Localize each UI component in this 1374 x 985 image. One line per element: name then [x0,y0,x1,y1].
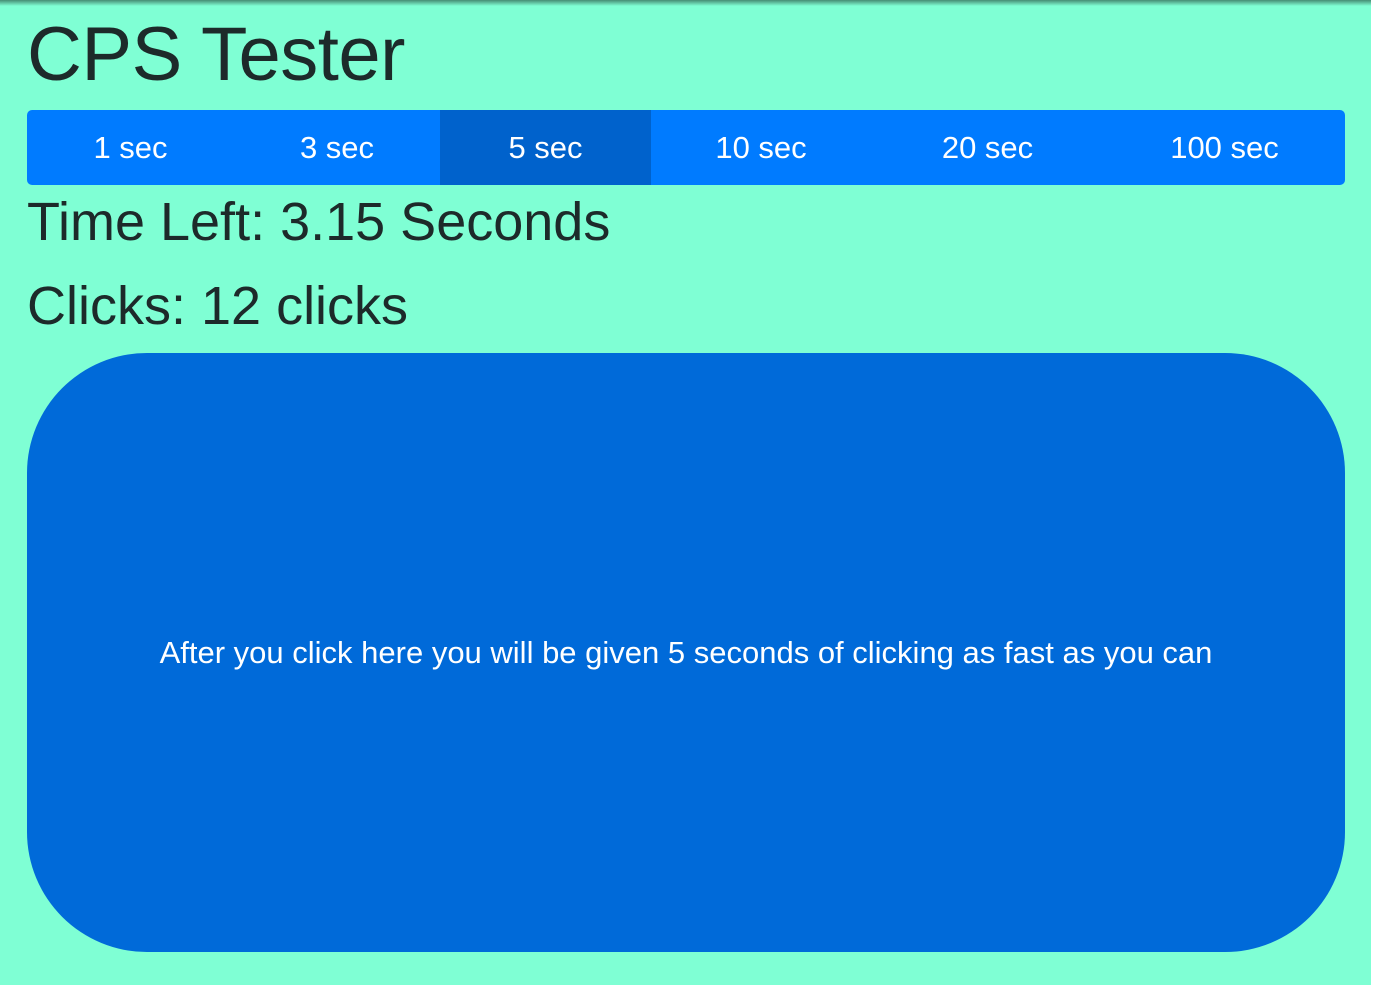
duration-button-20-sec[interactable]: 20 sec [871,110,1104,185]
duration-button-3-sec[interactable]: 3 sec [234,110,440,185]
duration-button-10-sec[interactable]: 10 sec [651,110,871,185]
duration-selector: 1 sec 3 sec 5 sec 10 sec 20 sec 100 sec [27,110,1345,185]
duration-button-100-sec[interactable]: 100 sec [1104,110,1345,185]
duration-button-1-sec[interactable]: 1 sec [27,110,234,185]
duration-button-5-sec[interactable]: 5 sec [440,110,651,185]
click-area-button[interactable]: After you click here you will be given 5… [27,353,1345,952]
time-left-display: Time Left: 3.15 Seconds [27,192,611,252]
click-area-instruction: After you click here you will be given 5… [159,634,1213,670]
page-title: CPS Tester [27,12,405,97]
click-count-display: Clicks: 12 clicks [27,276,409,336]
main-container: CPS Tester 1 sec 3 sec 5 sec 10 sec 20 s… [27,0,1345,336]
